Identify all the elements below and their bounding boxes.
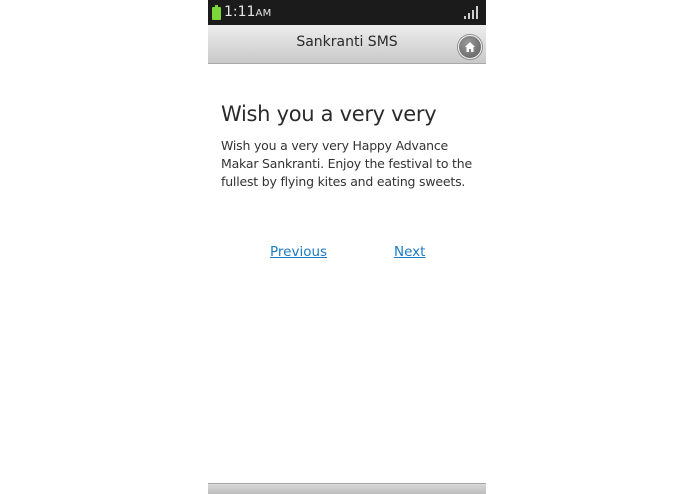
status-time: 1:11AM [224, 4, 272, 22]
home-button[interactable] [458, 35, 482, 59]
status-time-value: 1:11 [224, 4, 256, 20]
signal-icon [464, 6, 478, 19]
home-icon [465, 42, 475, 52]
status-bar: 1:11AM [208, 0, 486, 25]
app-title: Sankranti SMS [296, 34, 398, 50]
next-link[interactable]: Next [394, 244, 425, 260]
phone-screen: 1:11AM Sankranti SMS Wish you a very ver… [208, 0, 486, 494]
message-content: Wish you a very very Wish you a very ver… [221, 100, 476, 191]
previous-link[interactable]: Previous [270, 244, 327, 260]
page: 1:11AM Sankranti SMS Wish you a very ver… [0, 0, 695, 494]
bottom-bar [208, 483, 486, 494]
status-ampm: AM [255, 8, 272, 19]
battery-icon [212, 5, 221, 20]
title-bar: Sankranti SMS [208, 25, 486, 64]
message-body: Wish you a very very Happy Advance Makar… [221, 138, 472, 189]
message-title: Wish you a very very [221, 102, 437, 126]
